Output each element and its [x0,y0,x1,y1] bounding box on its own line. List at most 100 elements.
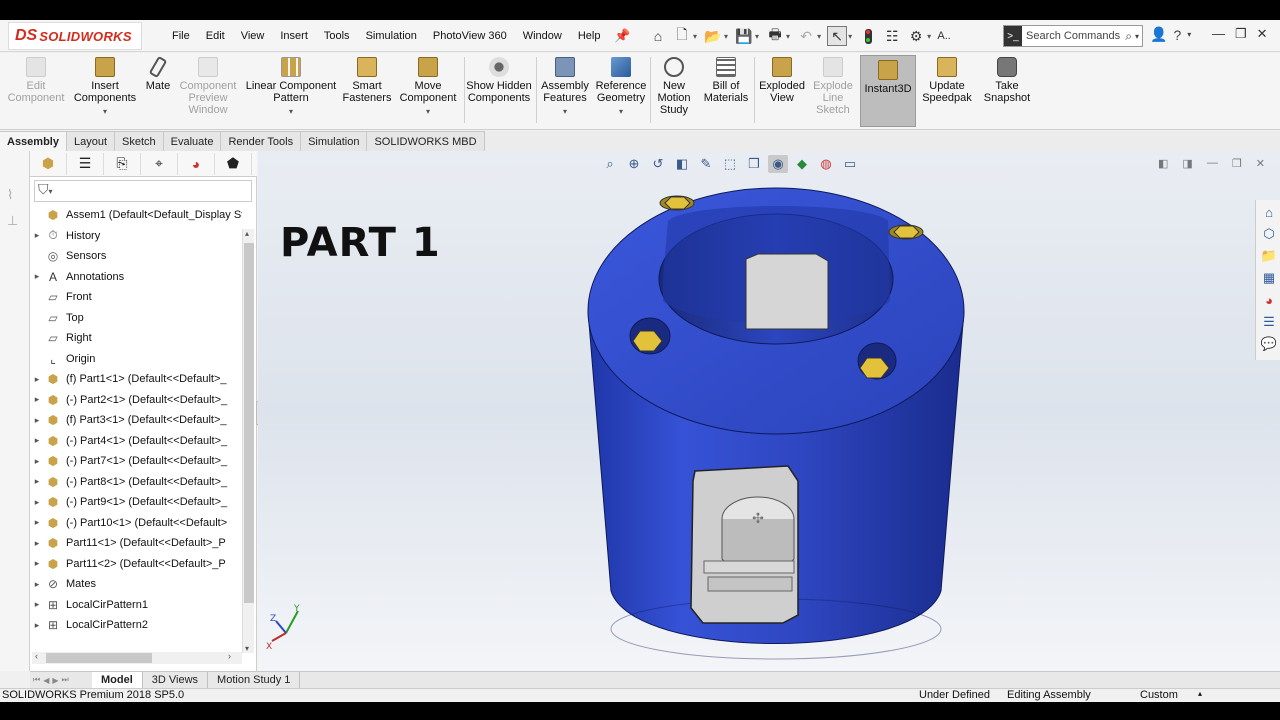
tree-root[interactable]: ⬢ Assem1 (Default<Default_Display Sta [30,205,242,226]
explode-line-sketch-button[interactable]: Explode Line Sketch [810,57,856,116]
chevron-down-icon[interactable]: ▾ [1187,30,1191,39]
chevron-up-icon[interactable]: ▴ [1198,689,1202,698]
options-gear-icon[interactable]: ⚙ [906,26,926,46]
feature-tree-tab-icon[interactable]: ⬢ [30,152,67,175]
tree-item[interactable]: ⌞ Origin [30,349,242,370]
tree-item[interactable]: ▸ ⬢ (-) Part10<1> (Default<<Default> [30,513,242,534]
tab-simulation[interactable]: Simulation [301,131,368,151]
first-tab-icon[interactable]: ⏮ [33,675,40,685]
tab-render-tools[interactable]: Render Tools [221,131,302,151]
status-units[interactable]: Custom [1140,689,1178,701]
tree-item[interactable]: ▸ ⬢ Part11<2> (Default<<Default>_P [30,554,242,575]
tab-3d-views[interactable]: 3D Views [143,672,209,688]
menu-simulation[interactable]: Simulation [358,30,425,42]
file-properties-icon[interactable]: ☷ [882,26,902,46]
tree-item[interactable]: ▸ ⬢ (-) Part8<1> (Default<<Default>_ [30,472,242,493]
save-icon[interactable]: 💾 [734,26,754,46]
chevron-down-icon[interactable]: ▾ [289,106,293,118]
tab-evaluate[interactable]: Evaluate [163,131,222,151]
expand-arrow-icon[interactable]: ▸ [30,435,44,446]
home-icon[interactable]: ⌂ [648,26,668,46]
dimxpert-tab-icon[interactable]: ⌖ [141,152,178,175]
view-palette-icon[interactable]: ▦ [1258,268,1280,288]
rebuild-traffic-light-icon[interactable] [858,26,878,46]
expand-arrow-icon[interactable]: ▸ [30,497,44,508]
minimize-icon[interactable]: — [1212,26,1225,42]
chevron-down-icon[interactable]: ▾ [817,32,821,41]
move-component-button[interactable]: Move Component ▾ [396,57,460,118]
scrollbar-thumb[interactable] [46,653,152,663]
chevron-down-icon[interactable]: ▾ [619,106,623,118]
file-explorer-icon[interactable]: 📁 [1258,246,1280,266]
tree-item[interactable]: ▸ ⬢ (-) Part9<1> (Default<<Default>_ [30,492,242,513]
tree-item[interactable]: ▸ ⏱ History [30,226,242,247]
tree-vertical-scrollbar[interactable]: ▴ ▾ [242,229,254,653]
cam-tab-icon[interactable]: ⬟ [215,152,252,175]
expand-arrow-icon[interactable]: ▸ [30,558,44,569]
chevron-down-icon[interactable]: ▾ [848,32,852,41]
reference-geometry-button[interactable]: Reference Geometry ▾ [594,57,648,118]
instant3d-button[interactable]: Instant3D [860,55,916,127]
appearances-icon[interactable]: ◕ [1258,290,1280,310]
expand-arrow-icon[interactable]: ▸ [30,476,44,487]
tree-item[interactable]: ▸ ⊞ LocalCirPattern1 [30,595,242,616]
mate-button[interactable]: Mate [141,55,175,92]
custom-properties-icon[interactable]: ☰ [1258,312,1280,332]
scroll-left-icon[interactable]: ‹ [35,651,38,661]
bill-of-materials-button[interactable]: Bill of Materials [700,57,752,104]
scroll-right-icon[interactable]: › [228,651,231,661]
tree-item[interactable]: ▱ Top [30,308,242,329]
component-preview-button[interactable]: Component Preview Window [176,57,240,116]
chevron-down-icon[interactable]: ▾ [693,32,697,41]
tree-item[interactable]: ▸ ⬢ (-) Part7<1> (Default<<Default>_ [30,451,242,472]
display-manager-tab-icon[interactable]: ◕ [178,152,215,175]
expand-arrow-icon[interactable]: ▸ [30,394,44,405]
menu-window[interactable]: Window [515,30,570,42]
chevron-down-icon[interactable]: ▾ [426,106,430,118]
chevron-down-icon[interactable]: ▾ [786,32,790,41]
tab-solidworks-mbd[interactable]: SOLIDWORKS MBD [367,131,485,151]
tab-sketch[interactable]: Sketch [115,131,164,151]
tree-item[interactable]: ◎ Sensors [30,246,242,267]
insert-components-button[interactable]: Insert Components ▾ [70,57,140,118]
search-input[interactable]: Search Commands [1022,30,1125,42]
chevron-down-icon[interactable]: ▾ [563,106,567,118]
menu-file[interactable]: File [164,30,198,42]
menu-insert[interactable]: Insert [272,30,316,42]
new-motion-study-button[interactable]: New Motion Study [652,57,696,116]
forum-icon[interactable]: 💬 [1258,334,1280,354]
show-hidden-components-button[interactable]: Show Hidden Components [466,57,532,104]
expand-arrow-icon[interactable]: ▸ [30,517,44,528]
prev-tab-icon[interactable]: ◀ [43,676,49,685]
scroll-down-icon[interactable]: ▾ [245,644,249,653]
expand-arrow-icon[interactable]: ▸ [30,374,44,385]
tree-item[interactable]: ▱ Right [30,328,242,349]
search-icon[interactable]: ⌕ [1125,29,1135,44]
tree-filter[interactable]: ⛉▾ [34,180,252,202]
menu-view[interactable]: View [233,30,273,42]
tree-item[interactable]: ▸ ⬢ (f) Part3<1> (Default<<Default>_ [30,410,242,431]
sketch-relation-icon[interactable]: ⌇ [7,187,25,205]
linear-component-pattern-button[interactable]: Linear Component Pattern ▾ [244,57,338,118]
next-tab-icon[interactable]: ▶ [52,676,58,685]
tree-item[interactable]: ▸ A Annotations [30,267,242,288]
edit-component-button[interactable]: Edit Component [4,57,68,104]
property-manager-tab-icon[interactable]: ☰ [67,152,104,175]
tab-assembly[interactable]: Assembly [0,131,67,151]
tree-horizontal-scrollbar[interactable]: ‹ › [32,651,242,664]
tree-item[interactable]: ▸ ⬢ Part11<1> (Default<<Default>_P [30,533,242,554]
design-library-icon[interactable]: ⬡ [1258,224,1280,244]
tree-item[interactable]: ▸ ⬢ (-) Part2<1> (Default<<Default>_ [30,390,242,411]
expand-arrow-icon[interactable]: ▸ [30,538,44,549]
expand-arrow-icon[interactable]: ▸ [30,456,44,467]
last-tab-icon[interactable]: ⏭ [62,675,69,685]
menu-tools[interactable]: Tools [316,30,358,42]
solidworks-logo[interactable]: DS SOLIDWORKS [8,22,142,50]
select-cursor-icon[interactable]: ↖ [827,26,848,46]
tree-item[interactable]: ▸ ⬢ (-) Part4<1> (Default<<Default>_ [30,431,242,452]
close-icon[interactable]: ✕ [1257,26,1268,42]
tree-item[interactable]: ▸ ⊞ LocalCirPattern2 [30,615,242,636]
tree-item[interactable]: ▸ ⬢ (f) Part1<1> (Default<<Default>_ [30,369,242,390]
chevron-down-icon[interactable]: ▾ [1135,32,1142,41]
toolbar-overflow[interactable]: A.. [937,26,951,46]
